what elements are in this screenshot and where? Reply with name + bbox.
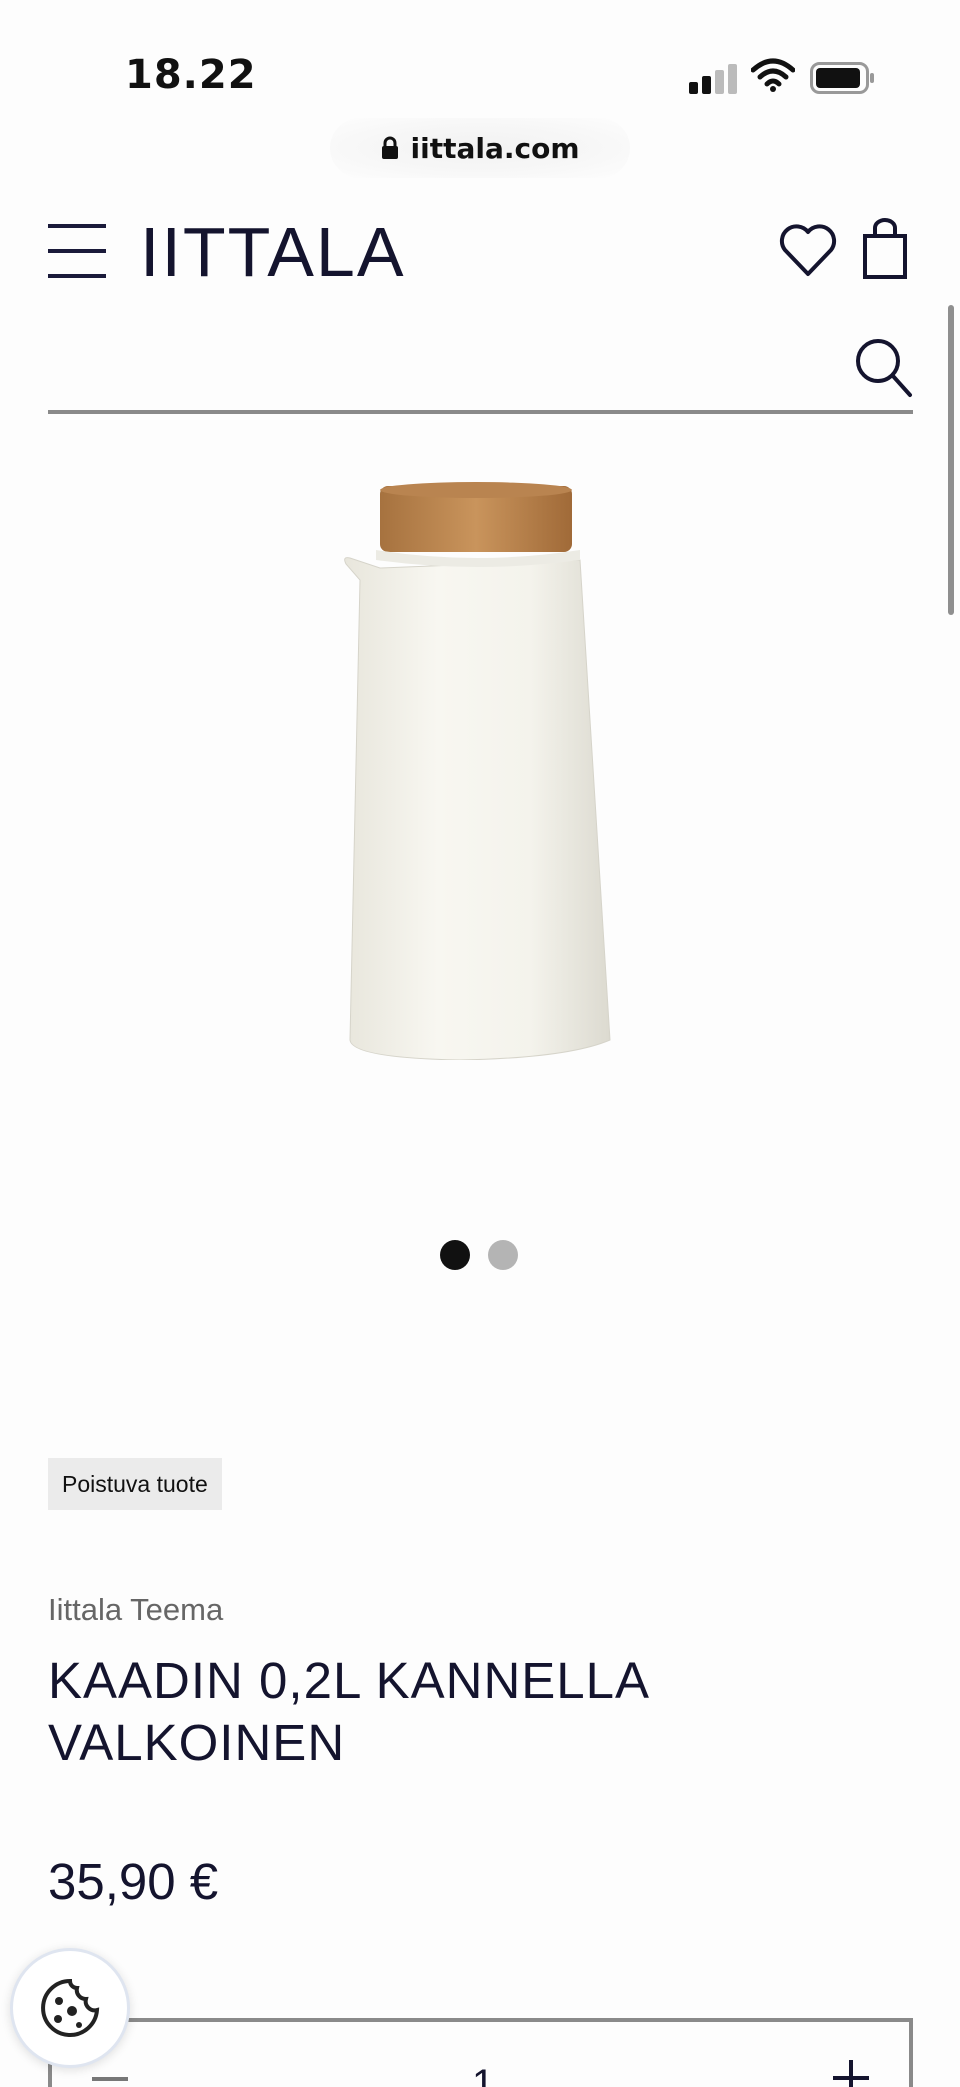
status-time: 18.22 — [125, 52, 257, 98]
gallery-dot-1[interactable] — [440, 1240, 470, 1270]
product-price: 35,90 € — [48, 1853, 219, 1910]
bag-icon[interactable] — [862, 218, 908, 280]
search-icon[interactable] — [853, 336, 913, 398]
menu-icon[interactable] — [48, 224, 106, 278]
quantity-stepper: 1 — [48, 2018, 913, 2087]
gallery-dot-2[interactable] — [488, 1240, 518, 1270]
status-badge: Poistuva tuote — [48, 1458, 222, 1510]
site-logo[interactable]: IITTALA — [140, 212, 406, 292]
quantity-increase-button[interactable] — [833, 2060, 869, 2087]
quantity-decrease-button[interactable] — [92, 2077, 128, 2081]
cookie-settings-button[interactable] — [10, 1948, 130, 2068]
url-text: iittala.com — [410, 131, 580, 165]
battery-icon — [810, 62, 874, 94]
search-bar — [48, 330, 913, 414]
heart-icon[interactable] — [778, 222, 838, 278]
product-image[interactable] — [340, 480, 620, 1060]
address-bar[interactable]: iittala.com — [330, 118, 630, 178]
cookie-icon — [41, 1978, 100, 2037]
product-title: KAADIN 0,2L KANNELLA VALKOINEN — [48, 1652, 648, 1771]
cellular-signal-icon — [689, 62, 737, 94]
product-collection[interactable]: Iittala Teema — [48, 1592, 223, 1628]
search-input[interactable] — [48, 330, 848, 410]
lock-icon — [381, 136, 398, 159]
quantity-value[interactable]: 1 — [472, 2062, 494, 2087]
wifi-icon — [751, 58, 795, 92]
page-scrollbar[interactable] — [948, 305, 954, 615]
gallery-pagination — [440, 1240, 518, 1270]
